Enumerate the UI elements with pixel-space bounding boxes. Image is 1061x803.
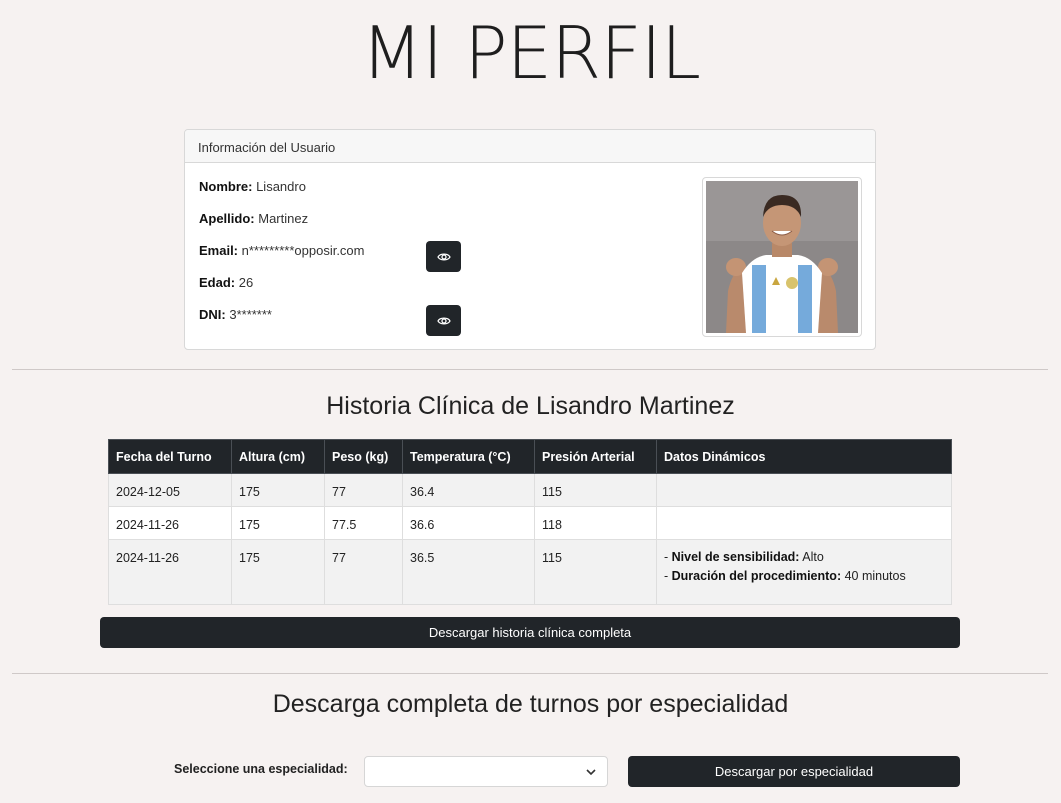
email-label: Email: — [199, 243, 239, 258]
history-header-row: Fecha del Turno Altura (cm) Peso (kg) Te… — [108, 439, 952, 474]
col-presion: Presión Arterial — [534, 439, 657, 474]
apellido-label: Apellido: — [199, 211, 255, 226]
cell-altura: 175 — [239, 485, 260, 499]
dynamic-key: Nivel de sensibilidad: — [671, 550, 800, 564]
dni-row: DNI: 3******* — [199, 307, 272, 322]
cell-dinamicos — [656, 506, 952, 540]
apellido-row: Apellido: Martinez — [199, 211, 308, 226]
apellido-value: Martinez — [258, 211, 309, 226]
eye-icon — [436, 317, 451, 324]
table-row: 2024-11-26 175 77 36.5 115 - Nivel de se… — [108, 539, 952, 605]
cell-presion: 118 — [542, 518, 562, 532]
cell-dinamicos: - Nivel de sensibilidad: Alto - Duración… — [656, 539, 952, 605]
nombre-row: Nombre: Lisandro — [199, 179, 306, 194]
cell-temperatura: 36.5 — [410, 551, 435, 565]
col-peso: Peso (kg) — [324, 439, 403, 474]
dynamic-prefix: - — [664, 550, 672, 564]
cell-fecha: 2024-11-26 — [116, 551, 180, 565]
dynamic-prefix: - — [664, 569, 672, 583]
cell-dinamicos — [656, 473, 952, 507]
cell-peso: 77 — [332, 551, 346, 565]
page-title: MI PERFIL — [361, 11, 701, 95]
user-info-card: Información del Usuario Nombre: Lisandro… — [184, 129, 876, 350]
nombre-value: Lisandro — [256, 179, 306, 194]
specialty-title: Descarga completa de turnos por especial… — [272, 690, 789, 718]
col-fecha: Fecha del Turno — [108, 439, 232, 474]
nombre-label: Nombre: — [199, 179, 253, 194]
cell-presion: 115 — [542, 485, 562, 499]
dynamic-key: Duración del procedimiento: — [671, 569, 842, 583]
table-row: 2024-11-26 175 77.5 36.6 118 — [108, 506, 952, 540]
cell-temperatura: 36.6 — [410, 518, 435, 532]
section-divider — [12, 369, 1048, 370]
specialty-select[interactable] — [364, 756, 608, 787]
profile-photo — [702, 177, 862, 337]
history-title: Historia Clínica de Lisandro Martinez — [326, 392, 735, 420]
cell-presion: 115 — [542, 551, 562, 565]
dynamic-item: - Nivel de sensibilidad: Alto — [664, 548, 944, 567]
cell-altura: 175 — [239, 551, 260, 565]
cell-peso: 77.5 — [332, 518, 357, 532]
edad-row: Edad: 26 — [199, 275, 253, 290]
user-info-header: Información del Usuario — [185, 130, 875, 163]
profile-photo-image — [706, 181, 858, 333]
cell-fecha: 2024-12-05 — [116, 485, 180, 499]
dni-label: DNI: — [199, 307, 226, 322]
chevron-down-icon — [586, 769, 596, 776]
cell-temperatura: 36.4 — [410, 485, 435, 499]
download-specialty-button[interactable]: Descargar por especialidad — [628, 756, 960, 787]
specialty-select-label: Seleccione una especialidad: — [174, 762, 348, 776]
col-temperatura: Temperatura (°C) — [402, 439, 535, 474]
table-row: 2024-12-05 175 77 36.4 115 — [108, 473, 952, 507]
cell-fecha: 2024-11-26 — [116, 518, 180, 532]
section-divider — [12, 673, 1048, 674]
col-altura: Altura (cm) — [231, 439, 325, 474]
download-history-button[interactable]: Descargar historia clínica completa — [100, 617, 960, 648]
dni-value: 3******* — [229, 307, 272, 322]
cell-altura: 175 — [239, 518, 260, 532]
dynamic-value: Alto — [799, 550, 824, 564]
col-dinamicos: Datos Dinámicos — [656, 439, 952, 474]
history-table: Fecha del Turno Altura (cm) Peso (kg) Te… — [108, 439, 952, 605]
email-value: n*********opposir.com — [241, 243, 365, 258]
dynamic-value: 40 minutos — [841, 569, 906, 583]
eye-icon — [436, 253, 451, 260]
edad-label: Edad: — [199, 275, 236, 290]
cell-peso: 77 — [332, 485, 346, 499]
edad-value: 26 — [238, 275, 254, 290]
reveal-dni-button[interactable] — [426, 305, 461, 336]
reveal-email-button[interactable] — [426, 241, 461, 272]
email-row: Email: n*********opposir.com — [199, 243, 365, 258]
dynamic-item: - Duración del procedimiento: 40 minutos — [664, 567, 944, 586]
